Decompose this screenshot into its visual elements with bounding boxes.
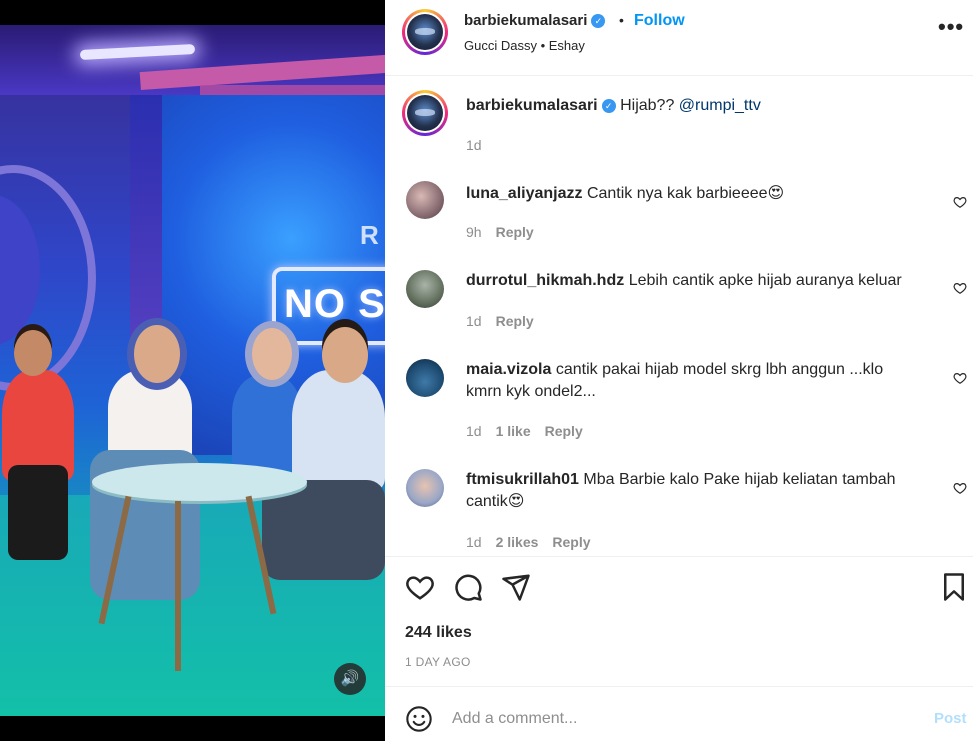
comment-time[interactable]: 9h (466, 224, 482, 240)
comment-likes[interactable]: 1 like (496, 423, 531, 439)
add-comment-bar: Post (385, 686, 973, 742)
comment-likes[interactable]: 2 likes (496, 534, 539, 550)
comment-time[interactable]: 1d (466, 534, 482, 550)
comment-like-icon[interactable] (953, 371, 967, 385)
audio-label[interactable]: Gucci Dassy • Eshay (464, 38, 585, 53)
comment-meta: 1d 2 likes Reply (466, 534, 605, 550)
comment-text: maia.vizola cantik pakai hijab model skr… (466, 359, 921, 403)
person-4-head (322, 327, 368, 383)
comment-time[interactable]: 1d (466, 313, 482, 329)
comment-text: ftmisukrillah01 Mba Barbie kalo Pake hij… (466, 469, 921, 513)
video-frame[interactable]: R NO S 🔊 (0, 25, 385, 716)
comment-like-icon[interactable] (953, 195, 967, 209)
comment-username[interactable]: ftmisukrillah01 (466, 471, 579, 488)
comment-body: Cantik nya kak barbieeee😍 (586, 185, 785, 202)
comment-username[interactable]: maia.vizola (466, 361, 551, 378)
post-actions: 244 likes 1 DAY AGO (385, 556, 973, 687)
studio-sign-top: R (360, 220, 379, 250)
caption-avatar[interactable] (402, 90, 448, 136)
caption-username[interactable]: barbiekumalasari (466, 97, 598, 114)
comment-text: luna_aliyanjazz Cantik nya kak barbieeee… (466, 183, 921, 205)
comment-like-icon[interactable] (953, 481, 967, 495)
comment-meta: 9h Reply (466, 224, 548, 240)
bookmark-icon[interactable] (939, 572, 969, 602)
more-icon[interactable]: ••• (938, 16, 964, 38)
pink-beam-lower (200, 85, 385, 95)
verified-icon: ✓ (601, 99, 616, 113)
separator-dot: • (619, 12, 624, 28)
heart-icon[interactable] (405, 572, 435, 602)
post-media[interactable]: R NO S 🔊 (0, 0, 385, 741)
comment-username[interactable]: durrotul_hikmah.hdz (466, 272, 624, 289)
comment-text: durrotul_hikmah.hdz Lebih cantik apke hi… (466, 270, 921, 292)
post-header: barbiekumalasari ✓ • Follow Gucci Dassy •… (385, 0, 973, 76)
comment-body: Lebih cantik apke hijab auranya keluar (628, 272, 902, 289)
comment-meta: 1d Reply (466, 313, 548, 329)
commenter-avatar[interactable] (406, 469, 444, 507)
person-3-head (252, 328, 292, 380)
person-2-head (134, 325, 180, 383)
share-icon[interactable] (501, 572, 531, 602)
comment-time[interactable]: 1d (466, 423, 482, 439)
table-leg-mid (175, 501, 181, 671)
comment-username[interactable]: luna_aliyanjazz (466, 185, 583, 202)
person-1-legs (8, 465, 68, 560)
header-username[interactable]: barbiekumalasari (464, 12, 587, 29)
likes-count[interactable]: 244 likes (405, 624, 472, 642)
follow-button[interactable]: Follow (634, 12, 685, 30)
letterbox-top (0, 0, 385, 25)
comment-like-icon[interactable] (953, 281, 967, 295)
header-user: barbiekumalasari ✓ (464, 12, 606, 30)
person-4-legs (262, 480, 385, 580)
caption-avatar-image (407, 95, 443, 131)
reply-button[interactable]: Reply (496, 313, 534, 329)
caption-time[interactable]: 1d (466, 137, 482, 153)
comment-meta: 1d 1 like Reply (466, 423, 597, 439)
avatar-image (407, 14, 443, 50)
studio-sign: NO S (272, 267, 385, 345)
commenter-avatar[interactable] (406, 359, 444, 397)
post-date[interactable]: 1 DAY AGO (405, 655, 471, 669)
person-1 (2, 370, 74, 480)
reply-button[interactable]: Reply (552, 534, 590, 550)
letterbox-bottom (0, 716, 385, 741)
comments-list[interactable]: barbiekumalasari ✓ Hijab?? @rumpi_ttv 1d … (385, 76, 973, 556)
comment-input[interactable] (452, 705, 912, 733)
caption-body: Hijab?? (620, 97, 679, 114)
studio-table (92, 463, 307, 501)
person-4 (292, 370, 385, 490)
post-button[interactable]: Post (934, 710, 967, 727)
person-1-head (14, 330, 52, 376)
post-sidebar: barbiekumalasari ✓ • Follow Gucci Dassy •… (385, 0, 973, 741)
reply-button[interactable]: Reply (496, 224, 534, 240)
comment-icon[interactable] (453, 572, 483, 602)
caption-meta: 1d (466, 137, 496, 153)
caption-text: barbiekumalasari ✓ Hijab?? @rumpi_ttv (466, 95, 921, 117)
reply-button[interactable]: Reply (545, 423, 583, 439)
sound-icon[interactable]: 🔊 (334, 663, 366, 695)
verified-icon: ✓ (591, 14, 606, 28)
emoji-icon[interactable] (405, 705, 433, 733)
commenter-avatar[interactable] (406, 270, 444, 308)
avatar[interactable] (402, 9, 448, 55)
caption-mention[interactable]: @rumpi_ttv (679, 97, 761, 114)
commenter-avatar[interactable] (406, 181, 444, 219)
